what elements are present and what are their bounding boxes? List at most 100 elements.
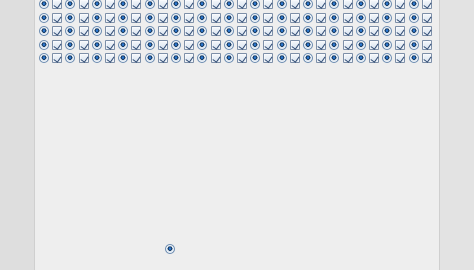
checkbox[interactable] xyxy=(131,12,142,23)
radio-button[interactable] xyxy=(39,39,49,50)
checkbox[interactable] xyxy=(157,12,168,23)
radio-button[interactable] xyxy=(223,12,234,23)
checkbox[interactable] xyxy=(395,26,406,37)
checkbox[interactable] xyxy=(316,39,327,50)
radio-button[interactable] xyxy=(65,53,76,64)
radio-button[interactable] xyxy=(197,0,208,9)
checkbox[interactable] xyxy=(395,39,406,50)
checkbox[interactable] xyxy=(237,26,247,37)
radio-button[interactable] xyxy=(197,53,208,64)
checkbox[interactable] xyxy=(342,26,353,37)
checkbox[interactable] xyxy=(263,39,274,50)
radio-button[interactable] xyxy=(250,0,261,9)
radio-button[interactable] xyxy=(65,39,76,50)
radio-button[interactable] xyxy=(91,53,102,64)
checkbox[interactable] xyxy=(237,39,247,50)
checkbox[interactable] xyxy=(395,0,406,9)
radio-button[interactable] xyxy=(39,12,49,23)
radio-button[interactable] xyxy=(355,12,366,23)
radio-button[interactable] xyxy=(303,39,313,50)
checkbox[interactable] xyxy=(237,53,247,64)
checkbox[interactable] xyxy=(342,39,353,50)
radio-button[interactable] xyxy=(355,26,366,37)
radio-button[interactable] xyxy=(171,39,181,50)
radio-button[interactable] xyxy=(223,26,234,37)
radio-button[interactable] xyxy=(303,12,313,23)
checkbox[interactable] xyxy=(105,0,115,9)
radio-button[interactable] xyxy=(355,53,366,64)
checkbox[interactable] xyxy=(421,53,432,64)
radio-button[interactable] xyxy=(276,26,287,37)
checkbox[interactable] xyxy=(210,12,221,23)
checkbox[interactable] xyxy=(78,26,89,37)
checkbox[interactable] xyxy=(105,12,115,23)
checkbox[interactable] xyxy=(237,0,247,9)
radio-button[interactable] xyxy=(65,26,76,37)
checkbox[interactable] xyxy=(289,12,300,23)
radio-button[interactable] xyxy=(382,26,393,37)
checkbox[interactable] xyxy=(78,12,89,23)
checkbox[interactable] xyxy=(52,0,63,9)
checkbox[interactable] xyxy=(52,12,63,23)
checkbox[interactable] xyxy=(342,0,353,9)
radio-button[interactable] xyxy=(276,12,287,23)
radio-button[interactable] xyxy=(91,39,102,50)
radio-button[interactable] xyxy=(91,26,102,37)
radio-button[interactable] xyxy=(250,39,261,50)
lone-radio-button[interactable] xyxy=(165,244,175,254)
checkbox[interactable] xyxy=(184,39,195,50)
radio-button[interactable] xyxy=(65,0,76,9)
checkbox[interactable] xyxy=(184,53,195,64)
radio-button[interactable] xyxy=(329,39,340,50)
radio-button[interactable] xyxy=(382,12,393,23)
radio-button[interactable] xyxy=(118,53,129,64)
checkbox[interactable] xyxy=(342,53,353,64)
radio-button[interactable] xyxy=(408,26,419,37)
checkbox[interactable] xyxy=(369,53,379,64)
checkbox[interactable] xyxy=(263,12,274,23)
checkbox[interactable] xyxy=(342,12,353,23)
checkbox[interactable] xyxy=(263,53,274,64)
radio-button[interactable] xyxy=(91,0,102,9)
checkbox[interactable] xyxy=(316,53,327,64)
checkbox[interactable] xyxy=(157,0,168,9)
radio-button[interactable] xyxy=(382,39,393,50)
checkbox[interactable] xyxy=(131,39,142,50)
radio-button[interactable] xyxy=(171,12,181,23)
checkbox[interactable] xyxy=(131,0,142,9)
radio-button[interactable] xyxy=(197,12,208,23)
radio-button[interactable] xyxy=(408,53,419,64)
checkbox[interactable] xyxy=(105,53,115,64)
checkbox[interactable] xyxy=(184,26,195,37)
radio-button[interactable] xyxy=(303,53,313,64)
checkbox[interactable] xyxy=(157,26,168,37)
radio-button[interactable] xyxy=(329,12,340,23)
radio-button[interactable] xyxy=(197,39,208,50)
radio-button[interactable] xyxy=(276,53,287,64)
checkbox[interactable] xyxy=(210,26,221,37)
radio-button[interactable] xyxy=(223,0,234,9)
radio-button[interactable] xyxy=(250,53,261,64)
checkbox[interactable] xyxy=(289,39,300,50)
checkbox[interactable] xyxy=(52,53,63,64)
radio-button[interactable] xyxy=(39,53,49,64)
radio-button[interactable] xyxy=(118,39,129,50)
checkbox[interactable] xyxy=(369,26,379,37)
radio-button[interactable] xyxy=(382,53,393,64)
checkbox[interactable] xyxy=(210,53,221,64)
radio-button[interactable] xyxy=(408,12,419,23)
checkbox[interactable] xyxy=(184,12,195,23)
checkbox[interactable] xyxy=(210,0,221,9)
radio-button[interactable] xyxy=(144,53,155,64)
checkbox[interactable] xyxy=(157,53,168,64)
checkbox[interactable] xyxy=(421,0,432,9)
checkbox[interactable] xyxy=(52,39,63,50)
checkbox[interactable] xyxy=(78,39,89,50)
radio-button[interactable] xyxy=(223,53,234,64)
checkbox[interactable] xyxy=(210,39,221,50)
checkbox[interactable] xyxy=(395,12,406,23)
radio-button[interactable] xyxy=(408,39,419,50)
checkbox[interactable] xyxy=(105,39,115,50)
checkbox[interactable] xyxy=(421,26,432,37)
radio-button[interactable] xyxy=(276,39,287,50)
